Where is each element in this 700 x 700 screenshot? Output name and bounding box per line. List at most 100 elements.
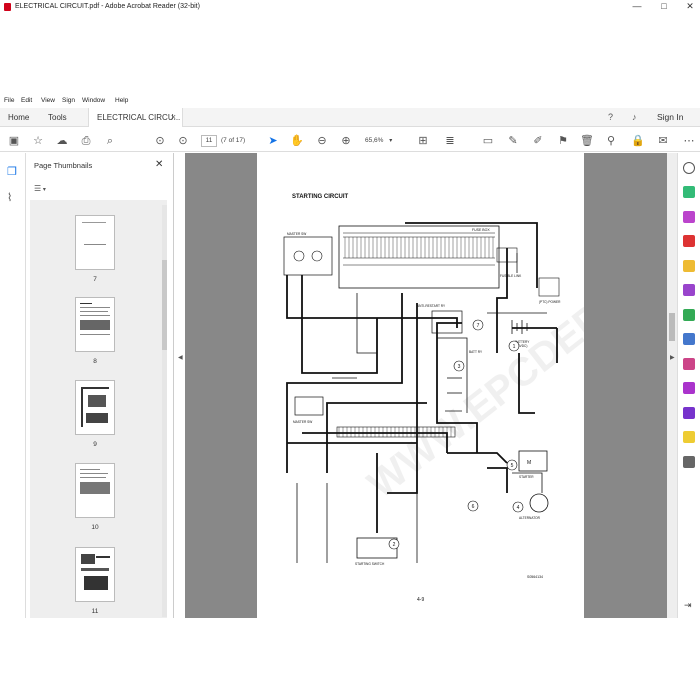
- draw-icon[interactable]: ✐: [531, 134, 545, 148]
- thumbnail-options-menu[interactable]: ☰ ▾: [34, 184, 46, 193]
- menu-sign[interactable]: Sign: [62, 97, 75, 104]
- hand-tool-icon[interactable]: ✋: [290, 134, 304, 148]
- menu-help[interactable]: Help: [115, 97, 128, 104]
- lock-icon[interactable]: 🔒: [631, 134, 645, 148]
- figure-code: S0564134: [527, 575, 543, 579]
- bookmark-star-icon[interactable]: ☆: [31, 134, 45, 148]
- collapse-panel-icon[interactable]: ◀: [178, 354, 183, 361]
- viewer-scrollbar-thumb[interactable]: [669, 313, 675, 341]
- print-icon[interactable]: ⎙: [79, 134, 93, 148]
- edit-pdf-icon[interactable]: [683, 211, 695, 223]
- menu-view[interactable]: View: [41, 97, 55, 104]
- document-viewer[interactable]: STARTING CIRCUIT FUSE BOX BATTERY (24VDC…: [185, 153, 667, 618]
- comment-icon[interactable]: ▭: [481, 134, 495, 148]
- page-number-input[interactable]: 11: [201, 135, 217, 147]
- tab-close-icon[interactable]: ×: [171, 108, 176, 127]
- callout-4: 4: [517, 505, 520, 511]
- chevron-down-icon: ▾: [41, 187, 46, 193]
- compress-pdf-icon[interactable]: [683, 333, 695, 345]
- comment-tool-icon[interactable]: [683, 260, 695, 272]
- ptc-power-label: (PTC) POWER: [539, 300, 561, 304]
- fit-page-icon[interactable]: ⊞: [416, 134, 430, 148]
- tab-home[interactable]: Home: [8, 108, 29, 127]
- delete-icon[interactable]: 🗑: [580, 134, 594, 148]
- callout-7: 7: [477, 323, 480, 329]
- previous-page-icon[interactable]: ⊙: [153, 134, 167, 148]
- scrollbar-thumb[interactable]: [162, 260, 167, 350]
- thumbnail-page[interactable]: [75, 215, 115, 270]
- wiring-diagram: STARTING CIRCUIT FUSE BOX BATTERY (24VDC…: [283, 194, 667, 603]
- thumbnails-scrollbar[interactable]: [162, 205, 167, 617]
- thumbnail-page[interactable]: [75, 297, 115, 352]
- fill-sign-icon[interactable]: [683, 407, 695, 419]
- page-thumbnails-icon[interactable]: ❐: [7, 165, 17, 178]
- search-tool-icon[interactable]: [683, 162, 695, 174]
- starter-label: STARTER: [519, 475, 534, 479]
- notification-bell-icon[interactable]: ♪: [632, 108, 637, 127]
- viewer-scrollbar[interactable]: [667, 153, 677, 618]
- menu-edit[interactable]: Edit: [21, 97, 32, 104]
- protect-icon[interactable]: [683, 382, 695, 394]
- maximize-button[interactable]: □: [657, 1, 671, 11]
- save-icon[interactable]: ▣: [7, 134, 21, 148]
- create-pdf-icon[interactable]: [683, 235, 695, 247]
- close-window-button[interactable]: ✕: [683, 1, 697, 12]
- minimize-button[interactable]: —: [630, 1, 644, 11]
- page-count-label: (7 of 17): [221, 137, 246, 144]
- menu-window[interactable]: Window: [82, 97, 105, 104]
- callout-6: 6: [472, 504, 475, 510]
- upload-cloud-icon[interactable]: ☁: [55, 134, 69, 148]
- callout-5: 5: [511, 463, 514, 469]
- stamp-icon[interactable]: ⚑: [556, 134, 570, 148]
- next-page-icon[interactable]: ⊙: [176, 134, 190, 148]
- thumbnails-scroll-area[interactable]: 7 8 9 10 11: [30, 200, 167, 618]
- tab-bar: Home Tools ELECTRICAL CIRCU... × ? ♪ Sig…: [0, 108, 700, 127]
- organize-pages-icon[interactable]: [683, 309, 695, 321]
- panel-close-icon[interactable]: ✕: [155, 159, 163, 170]
- attachments-icon[interactable]: ⌇: [7, 191, 12, 204]
- master-switch-label: MASTER SW: [293, 420, 312, 424]
- export-pdf-icon[interactable]: [683, 186, 695, 198]
- collapse-right-icon[interactable]: ⇥: [684, 600, 692, 611]
- redact-icon[interactable]: [683, 358, 695, 370]
- tab-document-label: ELECTRICAL CIRCU...: [97, 113, 181, 122]
- left-nav-bar: ❐ ⌇: [0, 153, 26, 618]
- thumbnail-label: 10: [91, 524, 99, 531]
- more-tools-icon[interactable]: [683, 456, 695, 468]
- more-options-icon[interactable]: ⋯: [682, 134, 696, 148]
- acrobat-logo-icon: [4, 3, 11, 11]
- right-tools-bar: ⇥: [677, 153, 700, 618]
- callout-3: 3: [458, 364, 461, 370]
- alternator-label: ALTERNATOR: [519, 516, 541, 520]
- select-cursor-icon[interactable]: ➤: [266, 134, 280, 148]
- thumbnail-page[interactable]: [75, 380, 115, 435]
- zoom-level-value: 65,6%: [365, 137, 384, 144]
- tab-tools[interactable]: Tools: [48, 108, 67, 127]
- below-window-area: [0, 618, 700, 700]
- zoom-out-icon[interactable]: ⊖: [315, 134, 329, 148]
- help-icon[interactable]: ?: [608, 108, 613, 127]
- sign-in-link[interactable]: Sign In: [657, 108, 683, 127]
- window-title: ELECTRICAL CIRCUIT.pdf - Adobe Acrobat R…: [15, 3, 200, 10]
- combine-files-icon[interactable]: [683, 284, 695, 296]
- email-icon[interactable]: ✉: [656, 134, 670, 148]
- sign-icon[interactable]: ⚲: [604, 134, 618, 148]
- thumbnail-page[interactable]: [75, 463, 115, 518]
- thumbnail-page[interactable]: [75, 547, 115, 602]
- highlight-pen-icon[interactable]: ✎: [506, 134, 520, 148]
- expand-tools-icon[interactable]: ▶: [670, 354, 675, 361]
- zoom-level-dropdown[interactable]: 65,6% ▾: [365, 135, 405, 147]
- fuse-box-label: FUSE BOX: [472, 228, 490, 232]
- pdf-page: STARTING CIRCUIT FUSE BOX BATTERY (24VDC…: [257, 153, 667, 618]
- svg-text:M: M: [527, 460, 531, 466]
- callout-1: 1: [513, 344, 516, 350]
- master-sw-top-label: MASTER SW: [287, 232, 306, 236]
- zoom-in-icon[interactable]: ⊕: [339, 134, 353, 148]
- tab-document[interactable]: ELECTRICAL CIRCU... ×: [88, 108, 183, 127]
- scroll-mode-icon[interactable]: ≣: [443, 134, 457, 148]
- menu-file[interactable]: File: [4, 97, 14, 104]
- send-for-review-icon[interactable]: [683, 431, 695, 443]
- search-icon[interactable]: ⌕: [103, 134, 117, 148]
- starting-switch-label: STARTING SWITCH: [355, 562, 385, 566]
- thumbnail-label: 8: [93, 358, 97, 365]
